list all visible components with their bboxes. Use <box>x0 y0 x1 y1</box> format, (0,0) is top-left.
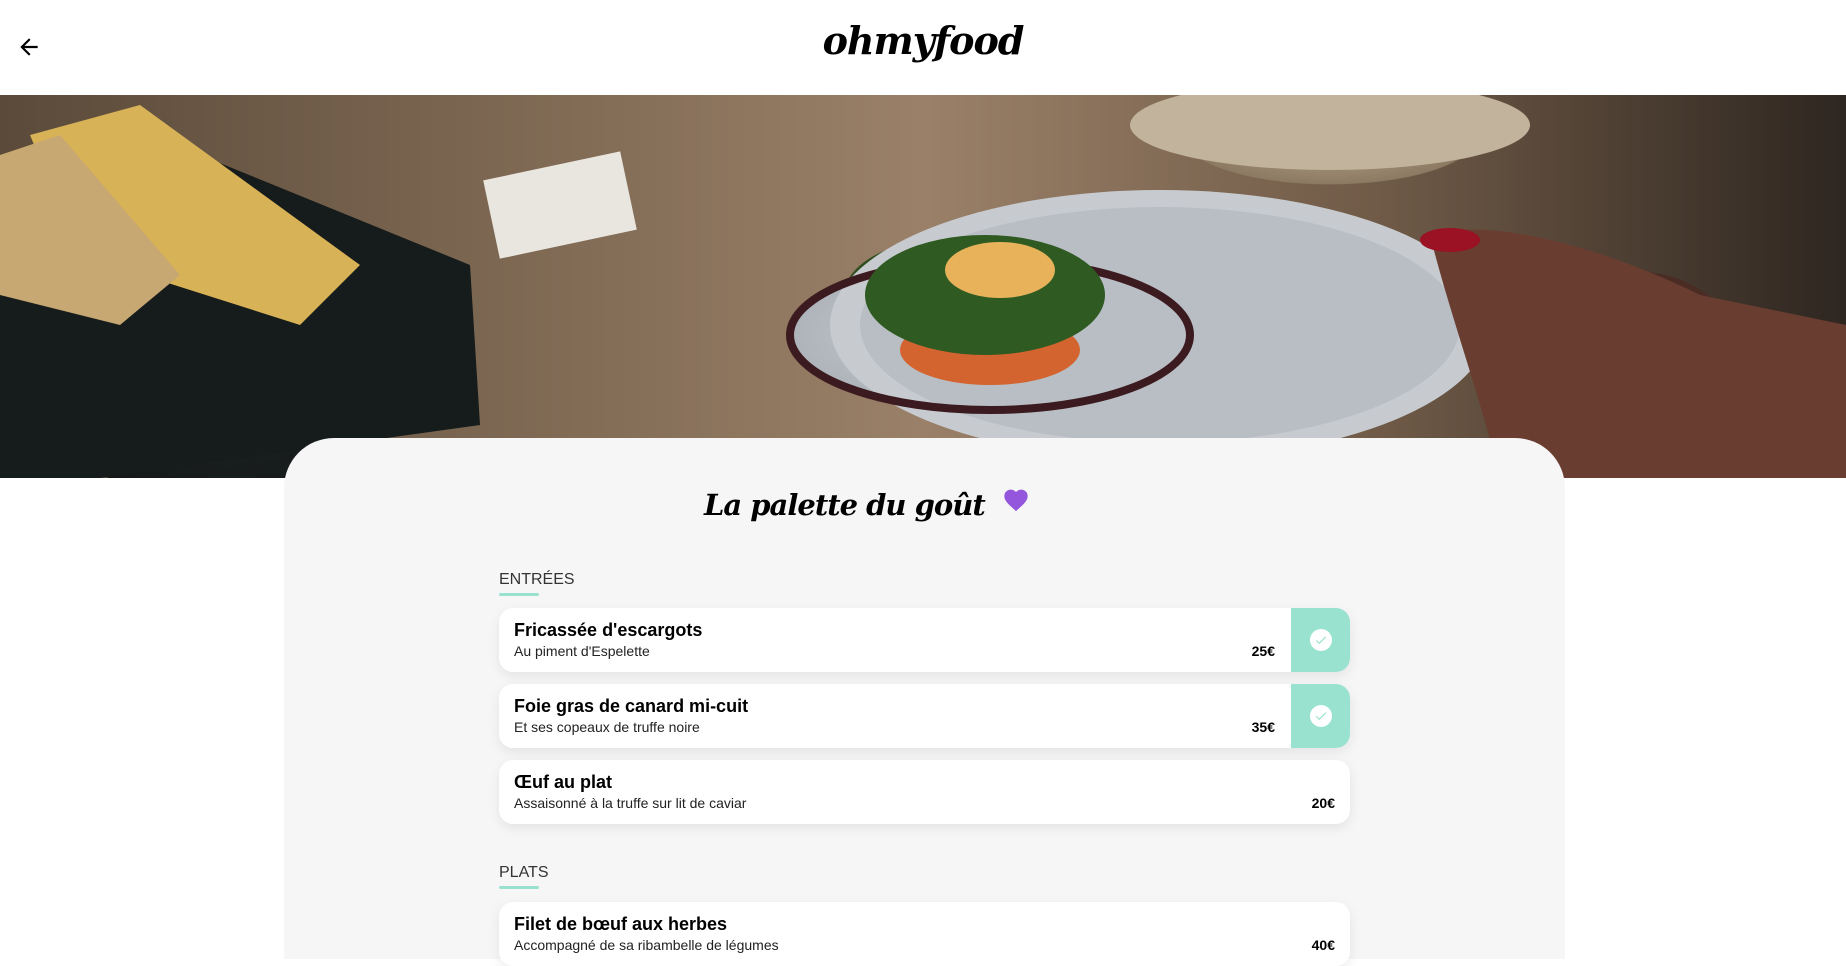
dish-card[interactable]: Œuf au plat Assaisonné à la truffe sur l… <box>499 760 1350 824</box>
hero-photo-illustration <box>0 95 1846 478</box>
dish-price: 40€ <box>1311 937 1335 953</box>
section-underline <box>499 593 539 596</box>
dish-name: Fricassée d'escargots <box>514 620 703 640</box>
hero-image <box>0 95 1846 478</box>
dish-price: 20€ <box>1311 795 1335 811</box>
dish-check-zone[interactable] <box>1291 608 1350 672</box>
menu-card: La palette du goût ENTRÉES Fricassée d'e… <box>284 438 1565 966</box>
dish-card[interactable]: Filet de bœuf aux herbes Accompagné de s… <box>499 902 1350 966</box>
site-header: ohmyfood <box>0 0 1846 95</box>
dish-price: 35€ <box>1251 719 1275 735</box>
restaurant-title-row: La palette du goût <box>284 488 1565 538</box>
heart-icon <box>1004 489 1028 512</box>
section-title-plats: PLATS <box>499 864 549 881</box>
dish-description: Au piment d'Espelette <box>514 643 650 659</box>
dish-name: Œuf au plat <box>514 772 612 792</box>
section-title-entrees: ENTRÉES <box>499 571 575 588</box>
dish-price: 25€ <box>1251 643 1275 659</box>
dish-name: Foie gras de canard mi-cuit <box>514 696 749 716</box>
dish-card[interactable]: Fricassée d'escargots Au piment d'Espele… <box>499 608 1350 672</box>
restaurant-name: La palette du goût <box>704 488 986 522</box>
favorite-button[interactable] <box>1002 486 1030 512</box>
section-underline <box>499 886 539 889</box>
check-circle-icon <box>1309 705 1332 727</box>
dish-description: Assaisonné à la truffe sur lit de caviar <box>514 795 747 811</box>
check-circle-icon <box>1309 629 1332 651</box>
dish-name: Filet de bœuf aux herbes <box>514 914 728 934</box>
dish-description: Accompagné de sa ribambelle de légumes <box>514 937 779 953</box>
site-logo[interactable]: ohmyfood <box>0 18 1846 63</box>
dish-check-zone[interactable] <box>1291 684 1350 748</box>
dish-card[interactable]: Foie gras de canard mi-cuit Et ses copea… <box>499 684 1350 748</box>
dish-description: Et ses copeaux de truffe noire <box>514 719 700 735</box>
